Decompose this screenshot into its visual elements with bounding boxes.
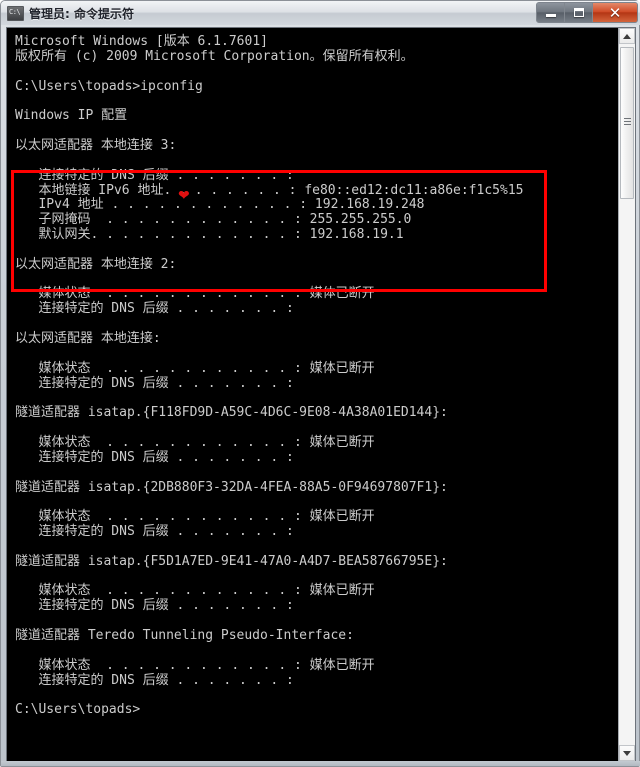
window-title: 管理员: 命令提示符 <box>29 6 134 21</box>
console-line: 以太网适配器 本地连接: <box>15 331 161 346</box>
maximize-icon <box>565 3 592 22</box>
vertical-scrollbar[interactable] <box>618 28 635 761</box>
close-button[interactable]: ✕ <box>593 3 637 22</box>
console-line: 以太网适配器 本地连接 2: <box>15 256 177 272</box>
console-line: 媒体状态 . . . . . . . . . . . . : 媒体已断开 <box>15 360 375 376</box>
triangle-down-icon <box>623 750 631 756</box>
cmd-window: 管理员: 命令提示符 ✕ Microsoft Windows [版本 6.1.7… <box>0 0 640 767</box>
maximize-button[interactable] <box>565 3 593 22</box>
console-client-area: Microsoft Windows [版本 6.1.7601] 版权所有 (c) … <box>6 27 636 762</box>
console-line: Windows IP 配置 <box>15 108 128 124</box>
triangle-up-icon <box>623 33 631 39</box>
console-line: 隧道适配器 Teredo Tunneling Pseudo-Interface: <box>15 628 354 643</box>
console-line: 隧道适配器 isatap.{F5D1A7ED-9E41-47A0-A4D7-BE… <box>15 553 448 569</box>
scroll-down-icon[interactable] <box>619 745 635 761</box>
title-bar[interactable]: 管理员: 命令提示符 ✕ <box>1 1 640 25</box>
console-line: 隧道适配器 isatap.{2DB880F3-32DA-4FEA-88A5-0F… <box>15 479 448 495</box>
console-line: 媒体状态 . . . . . . . . . . . . : 媒体已断开 <box>15 583 375 599</box>
console-line: 版权所有 (c) 2009 Microsoft Corporation。保留所有… <box>15 48 414 64</box>
scroll-up-icon[interactable] <box>619 28 635 44</box>
console-line: 连接特定的 DNS 后缀 . . . . . . . : <box>15 375 294 391</box>
close-icon: ✕ <box>608 3 622 22</box>
cmd-console-icon <box>7 5 24 21</box>
window-bottom-edge <box>1 761 640 766</box>
console-line: 隧道适配器 isatap.{F118FD9D-A59C-4D6C-9E08-4A… <box>15 405 448 421</box>
console-output[interactable]: Microsoft Windows [版本 6.1.7601] 版权所有 (c) … <box>7 28 619 761</box>
minimize-icon <box>537 3 564 22</box>
console-line: 连接特定的 DNS 后缀 . . . . . . . : <box>15 672 294 688</box>
console-line: Microsoft Windows [版本 6.1.7601] <box>15 34 268 49</box>
console-line: 默认网关. . . . . . . . . . . . . : 192.168.… <box>15 227 404 243</box>
console-line: 连接特定的 DNS 后缀 . . . . . . . : <box>15 524 294 540</box>
annotation-caret-mark: ❤ <box>178 188 190 204</box>
scrollbar-thumb[interactable] <box>620 47 634 199</box>
scrollbar-grip-icon <box>624 118 631 125</box>
console-line: 连接特定的 DNS 后缀 . . . . . . . : <box>15 449 294 465</box>
console-line: 以太网适配器 本地连接 3: <box>15 137 177 153</box>
console-line: 连接特定的 DNS 后缀 . . . . . . . : <box>15 598 294 614</box>
console-line: 媒体状态 . . . . . . . . . . . . : 媒体已断开 <box>15 286 375 302</box>
console-line: 媒体状态 . . . . . . . . . . . . : 媒体已断开 <box>15 657 375 673</box>
console-line: 媒体状态 . . . . . . . . . . . . : 媒体已断开 <box>15 509 375 525</box>
console-line: 媒体状态 . . . . . . . . . . . . : 媒体已断开 <box>15 434 375 450</box>
window-controls: ✕ <box>536 2 638 23</box>
console-line: 连接特定的 DNS 后缀 . . . . . . . : <box>15 167 294 183</box>
console-line: C:\Users\topads> <box>15 702 141 718</box>
console-line: 子网掩码 . . . . . . . . . . . . : 255.255.2… <box>15 212 412 228</box>
console-line: IPv4 地址 . . . . . . . . . . . . : 192.16… <box>15 197 425 213</box>
console-line: 本地链接 IPv6 地址. . . . . . . . : fe80::ed12… <box>15 182 524 198</box>
minimize-button[interactable] <box>537 3 565 22</box>
console-line: 连接特定的 DNS 后缀 . . . . . . . : <box>15 301 294 317</box>
console-line: C:\Users\topads>ipconfig <box>15 78 203 94</box>
